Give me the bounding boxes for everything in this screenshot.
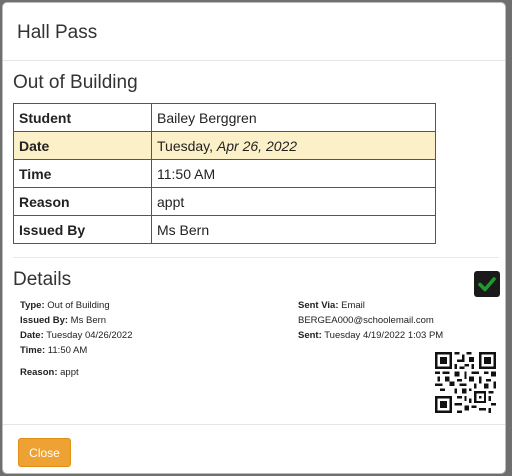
detail-sent-via-key: Sent Via: xyxy=(298,300,339,311)
qr-code-image xyxy=(435,352,496,413)
detail-type: Type: Out of Building xyxy=(20,300,110,311)
detail-email: BERGEA000@schoolemail.com xyxy=(298,315,434,326)
detail-reason-key: Reason: xyxy=(20,367,58,378)
modal-header: Hall Pass xyxy=(3,3,505,61)
table-row: Issued By Ms Bern xyxy=(13,215,436,244)
detail-date-value: Tuesday 04/26/2022 xyxy=(43,330,133,341)
modal-title: Hall Pass xyxy=(17,22,98,43)
date-weekday: Tuesday, xyxy=(157,137,217,154)
detail-issued-by-key: Issued By: xyxy=(20,315,69,326)
row-label-reason: Reason xyxy=(13,187,152,216)
detail-time-value: 11:50 AM xyxy=(45,345,88,356)
footer-divider xyxy=(3,424,505,425)
section-divider xyxy=(13,257,499,258)
row-label-issued-by: Issued By xyxy=(13,215,152,244)
detail-sent-key: Sent: xyxy=(298,330,322,341)
detail-time: Time: 11:50 AM xyxy=(20,345,87,356)
detail-time-key: Time: xyxy=(20,345,46,356)
date-value: Apr 26, 2022 xyxy=(216,137,298,154)
pass-info-table: Student Bailey Berggren Date Tuesday, Ap… xyxy=(13,103,436,244)
detail-date: Date: Tuesday 04/26/2022 xyxy=(20,330,133,341)
row-value-issued-by: Ms Bern xyxy=(151,215,436,244)
detail-type-value: Out of Building xyxy=(44,300,110,311)
pass-heading: Out of Building xyxy=(13,72,138,93)
close-button[interactable]: Close xyxy=(18,438,71,467)
detail-sent-via: Sent Via: Email xyxy=(298,300,365,311)
detail-issued-by-value: Ms Bern xyxy=(68,315,107,326)
detail-sent-via-value: Email xyxy=(338,300,365,311)
detail-sent: Sent: Tuesday 4/19/2022 1:03 PM xyxy=(298,330,443,341)
detail-type-key: Type: xyxy=(20,300,45,311)
detail-date-key: Date: xyxy=(20,330,44,341)
hall-pass-modal: Hall Pass Out of Building Student Bailey… xyxy=(2,2,506,474)
details-heading: Details xyxy=(13,269,72,290)
checkmark-icon xyxy=(474,271,500,297)
row-label-student: Student xyxy=(13,103,152,132)
row-value-student: Bailey Berggren xyxy=(151,103,436,132)
row-value-date: Tuesday, Apr 26, 2022 xyxy=(151,131,436,160)
detail-issued-by: Issued By: Ms Bern xyxy=(20,315,106,326)
detail-reason-value: appt xyxy=(57,367,79,378)
row-label-time: Time xyxy=(13,159,152,188)
table-row: Student Bailey Berggren xyxy=(13,103,436,132)
detail-sent-value: Tuesday 4/19/2022 1:03 PM xyxy=(321,330,444,341)
row-value-time: 11:50 AM xyxy=(151,159,436,188)
table-row: Date Tuesday, Apr 26, 2022 xyxy=(13,131,436,160)
row-value-reason: appt xyxy=(151,187,436,216)
row-label-date: Date xyxy=(13,131,152,160)
table-row: Reason appt xyxy=(13,187,436,216)
table-row: Time 11:50 AM xyxy=(13,159,436,188)
detail-reason: Reason: appt xyxy=(20,367,79,378)
